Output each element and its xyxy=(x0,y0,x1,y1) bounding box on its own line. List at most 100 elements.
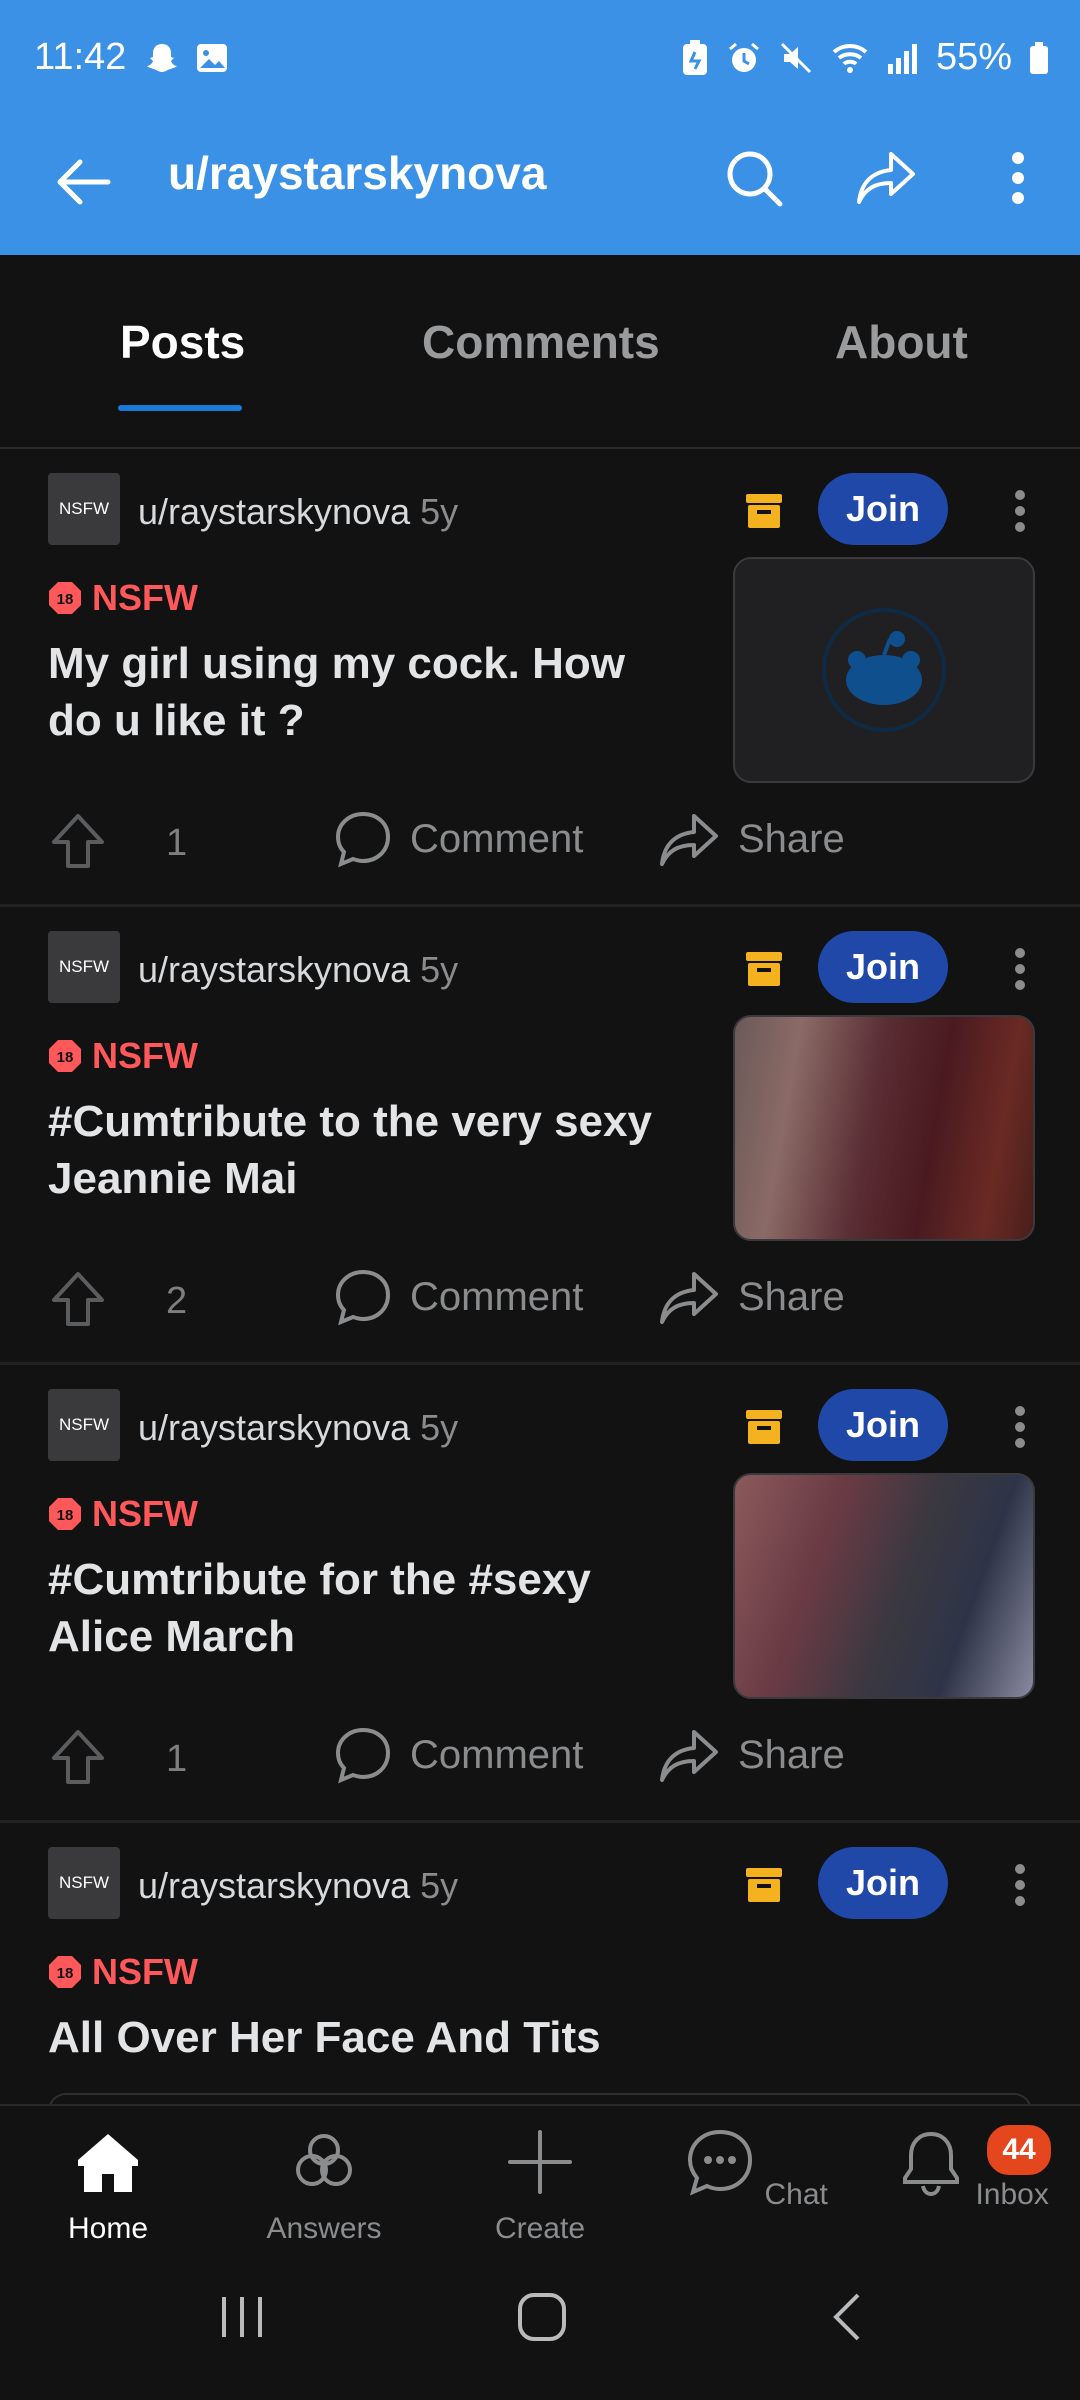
comment-icon xyxy=(335,1269,391,1326)
back-system-button[interactable] xyxy=(820,2289,876,2350)
share-label: Share xyxy=(738,1732,845,1777)
nav-inbox[interactable]: Inbox 44 xyxy=(892,2122,1054,2212)
post-author[interactable]: u/raystarskynova xyxy=(138,1865,410,1906)
post-author[interactable]: u/raystarskynova xyxy=(138,1407,410,1448)
nav-home[interactable]: Home xyxy=(28,2126,188,2246)
nsfw-18-icon: 18 xyxy=(49,1040,81,1072)
more-vertical-icon xyxy=(1012,152,1024,204)
post-card[interactable]: NSFW u/raystarskynova 5y Join 18 NSFW My … xyxy=(0,449,1080,907)
comment-label: Comment xyxy=(410,1732,584,1777)
more-vertical-icon[interactable] xyxy=(1000,1405,1040,1449)
vote-score: 2 xyxy=(166,1280,188,1322)
archive-icon xyxy=(746,1410,782,1444)
home-icon xyxy=(78,2134,138,2192)
battery-icon xyxy=(1030,41,1048,74)
post-age: 5y xyxy=(420,1865,459,1906)
share-icon xyxy=(660,814,718,866)
reddit-snoo-placeholder-icon xyxy=(822,608,946,732)
more-vertical-icon[interactable] xyxy=(1000,489,1040,533)
archive-icon xyxy=(746,952,782,986)
overflow-menu-button[interactable] xyxy=(980,140,1056,216)
nav-chat[interactable]: Chat xyxy=(676,2126,836,2212)
share-button[interactable]: Share xyxy=(658,1726,845,1784)
post-author[interactable]: u/raystarskynova xyxy=(138,949,410,990)
avatar[interactable]: NSFW xyxy=(48,473,120,545)
more-vertical-icon[interactable] xyxy=(1000,947,1040,991)
tab-about[interactable]: About xyxy=(835,315,968,369)
comment-icon xyxy=(335,1727,391,1784)
comment-label: Comment xyxy=(410,1274,584,1319)
svg-text:18: 18 xyxy=(57,591,74,608)
vote-score: 1 xyxy=(166,822,188,864)
tab-comments[interactable]: Comments xyxy=(422,315,660,369)
home-system-button[interactable] xyxy=(514,2289,570,2350)
upvote-icon[interactable] xyxy=(48,812,108,872)
upvote-icon[interactable] xyxy=(48,1728,108,1788)
inbox-notification-badge: 44 xyxy=(984,2122,1054,2178)
answers-icon xyxy=(296,2134,352,2186)
recent-apps-icon xyxy=(222,2297,262,2337)
post-thumbnail[interactable] xyxy=(733,557,1035,783)
nsfw-18-icon: 18 xyxy=(49,1498,81,1530)
share-label: Share xyxy=(738,1274,845,1319)
post-card[interactable]: NSFW u/raystarskynova 5y Join 18 NSFW #Cu… xyxy=(0,907,1080,1365)
comment-button[interactable]: Comment xyxy=(334,1268,583,1326)
svg-text:18: 18 xyxy=(57,1965,74,1982)
join-button[interactable]: Join xyxy=(818,931,948,1003)
back-chevron-icon xyxy=(833,2293,860,2341)
share-profile-button[interactable] xyxy=(848,140,924,216)
post-title[interactable]: All Over Her Face And Tits xyxy=(48,2009,1028,2066)
avatar[interactable]: NSFW xyxy=(48,931,120,1003)
join-button[interactable]: Join xyxy=(818,1389,948,1461)
share-icon xyxy=(857,152,915,204)
signal-icon xyxy=(887,43,917,74)
post-card[interactable]: NSFW u/raystarskynova 5y Join 18 NSFW All… xyxy=(0,1823,1080,2104)
nav-answers[interactable]: Answers xyxy=(244,2126,404,2246)
battery-percent: 55% xyxy=(935,36,1012,78)
post-thumbnail-blurred[interactable] xyxy=(733,1015,1035,1241)
active-tab-indicator xyxy=(118,405,242,411)
avatar[interactable]: NSFW xyxy=(48,1847,120,1919)
comment-icon xyxy=(335,811,391,868)
snapchat-icon xyxy=(147,44,177,72)
archive-icon xyxy=(746,1868,782,1902)
nav-label: Create xyxy=(494,2212,586,2245)
status-bar: 11:42 55% xyxy=(0,0,1080,120)
post-feed[interactable]: NSFW u/raystarskynova 5y Join 18 NSFW My … xyxy=(0,449,1080,2104)
nsfw-18-icon: 18 xyxy=(49,582,81,614)
nav-label: Answers xyxy=(266,2212,382,2245)
post-card[interactable]: NSFW u/raystarskynova 5y Join 18 NSFW #Cu… xyxy=(0,1365,1080,1823)
avatar[interactable]: NSFW xyxy=(48,1389,120,1461)
comment-button[interactable]: Comment xyxy=(334,1726,583,1784)
join-button[interactable]: Join xyxy=(818,1847,948,1919)
system-navigation-bar xyxy=(0,2249,1080,2400)
search-icon xyxy=(727,151,783,207)
battery-saver-icon xyxy=(682,39,707,75)
back-arrow-icon[interactable] xyxy=(52,150,116,214)
comment-label: Comment xyxy=(410,816,584,861)
nav-create[interactable]: Create xyxy=(460,2126,620,2246)
share-button[interactable]: Share xyxy=(658,1268,845,1326)
more-vertical-icon[interactable] xyxy=(1000,1863,1040,1907)
comment-button[interactable]: Comment xyxy=(334,810,583,868)
bell-icon xyxy=(903,2131,960,2197)
post-media-preview[interactable] xyxy=(48,2093,1032,2104)
tab-posts[interactable]: Posts xyxy=(120,315,245,369)
share-button[interactable]: Share xyxy=(658,810,845,868)
post-thumbnail-blurred[interactable] xyxy=(733,1473,1035,1699)
share-label: Share xyxy=(738,816,845,861)
upvote-icon[interactable] xyxy=(48,1270,108,1330)
app-bar: u/raystarskynova xyxy=(0,120,1080,255)
post-title[interactable]: My girl using my cock. How do u like it … xyxy=(48,635,688,749)
nav-label: Chat xyxy=(764,2178,828,2211)
alarm-icon xyxy=(728,42,759,72)
post-title[interactable]: #Cumtribute for the #sexy Alice March xyxy=(48,1551,688,1665)
join-button[interactable]: Join xyxy=(818,473,948,545)
svg-text:18: 18 xyxy=(57,1049,74,1066)
bottom-navigation: Home Answers Create Chat Inbox 44 xyxy=(0,2104,1080,2251)
post-title[interactable]: #Cumtribute to the very sexy Jeannie Mai xyxy=(48,1093,688,1207)
post-author[interactable]: u/raystarskynova xyxy=(138,491,410,532)
vote-score: 1 xyxy=(166,1738,188,1780)
search-button[interactable] xyxy=(716,140,792,216)
recent-apps-button[interactable] xyxy=(214,2289,270,2350)
